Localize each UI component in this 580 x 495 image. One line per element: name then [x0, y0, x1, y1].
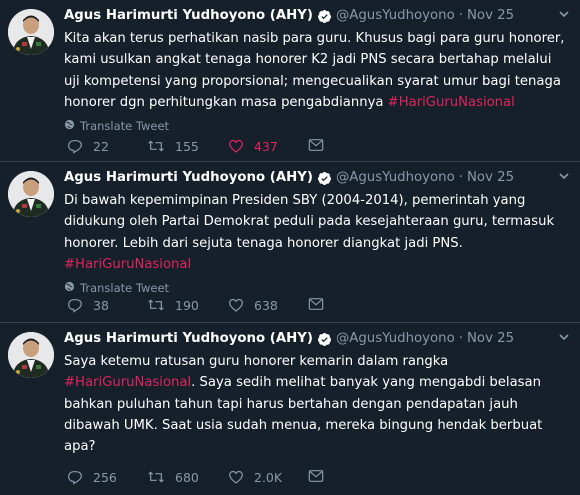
- author-name[interactable]: Agus Harimurti Yudhoyono (AHY): [64, 168, 313, 188]
- retweet-count: 190: [175, 297, 199, 313]
- heart-icon: [229, 470, 243, 484]
- translate-tweet[interactable]: Translate Tweet: [64, 281, 570, 295]
- avatar[interactable]: [8, 9, 54, 55]
- separator: ·: [458, 331, 463, 346]
- tweet-header: Agus Harimurti Yudhoyono (AHY) @AgusYudh…: [64, 168, 570, 188]
- reply-button[interactable]: 256: [67, 469, 117, 485]
- tweet-header: Agus Harimurti Yudhoyono (AHY) @AgusYudh…: [64, 6, 570, 26]
- tweet[interactable]: Agus Harimurti Yudhoyono (AHY) @AgusYudh…: [0, 162, 580, 323]
- retweet-button[interactable]: 155: [147, 138, 199, 154]
- author-handle[interactable]: @AgusYudhoyono: [336, 329, 455, 349]
- author-handle[interactable]: @AgusYudhoyono: [336, 168, 455, 188]
- reply-icon: [68, 471, 82, 485]
- hashtag-link[interactable]: #HariGuruNasional: [64, 375, 191, 390]
- retweet-button[interactable]: 190: [147, 297, 199, 313]
- like-count: 638: [254, 297, 278, 313]
- tweet-text-body: Di bawah kepemimpinan Presiden SBY (2004…: [64, 193, 555, 251]
- author-name[interactable]: Agus Harimurti Yudhoyono (AHY): [64, 329, 313, 349]
- reply-count: 38: [93, 297, 109, 313]
- author-handle[interactable]: @AgusYudhoyono: [336, 6, 455, 26]
- dm-icon: [308, 470, 324, 482]
- retweet-icon: [148, 140, 164, 152]
- globe-icon: [64, 119, 75, 133]
- reply-button[interactable]: 38: [67, 297, 109, 313]
- tweet-actions: 22 155 437: [0, 138, 580, 158]
- retweet-icon: [148, 471, 164, 483]
- translate-tweet[interactable]: Translate Tweet: [64, 119, 570, 133]
- heart-icon: [229, 139, 243, 153]
- dm-button[interactable]: [308, 469, 334, 483]
- timestamp[interactable]: Nov 25: [467, 6, 514, 26]
- translate-label[interactable]: Translate Tweet: [80, 281, 169, 295]
- tweet-actions: 38 190 638: [0, 297, 580, 317]
- like-button[interactable]: 2.0K: [228, 469, 282, 485]
- chevron-down-icon[interactable]: [558, 8, 570, 23]
- tweet-actions: 256 680 2.0K: [0, 469, 580, 489]
- tweet[interactable]: Agus Harimurti Yudhoyono (AHY) @AgusYudh…: [0, 323, 580, 495]
- timestamp[interactable]: Nov 25: [467, 329, 514, 349]
- dm-icon: [308, 298, 324, 310]
- retweet-button[interactable]: 680: [147, 469, 199, 485]
- reply-button[interactable]: 22: [67, 138, 109, 154]
- verified-icon: [317, 171, 332, 186]
- reply-icon: [68, 299, 82, 313]
- author-name[interactable]: Agus Harimurti Yudhoyono (AHY): [64, 6, 313, 26]
- reply-icon: [68, 140, 82, 154]
- hashtag-link[interactable]: #HariGuruNasional: [64, 257, 191, 272]
- tweet-header: Agus Harimurti Yudhoyono (AHY) @AgusYudh…: [64, 329, 570, 349]
- like-count: 437: [254, 138, 278, 154]
- tweet-text-body: Saya ketemu ratusan guru honorer kemarin…: [64, 354, 449, 369]
- tweet-text: Di bawah kepemimpinan Presiden SBY (2004…: [64, 190, 570, 275]
- verified-icon: [317, 9, 332, 24]
- chevron-down-icon[interactable]: [558, 170, 570, 185]
- hashtag-link[interactable]: #HariGuruNasional: [388, 95, 515, 110]
- timestamp[interactable]: Nov 25: [467, 168, 514, 188]
- verified-icon: [317, 332, 332, 347]
- tweet-text: Saya ketemu ratusan guru honorer kemarin…: [64, 351, 570, 457]
- avatar[interactable]: [8, 332, 54, 378]
- like-button[interactable]: 437: [228, 138, 278, 154]
- heart-icon: [229, 298, 243, 312]
- reply-count: 256: [93, 469, 117, 485]
- tweet[interactable]: Agus Harimurti Yudhoyono (AHY) @AgusYudh…: [0, 0, 580, 162]
- reply-count: 22: [93, 138, 109, 154]
- globe-icon: [64, 281, 75, 295]
- chevron-down-icon[interactable]: [558, 331, 570, 346]
- like-button[interactable]: 638: [228, 297, 278, 313]
- retweet-count: 680: [175, 469, 199, 485]
- dm-icon: [308, 139, 324, 151]
- separator: ·: [458, 170, 463, 185]
- avatar[interactable]: [8, 171, 54, 217]
- separator: ·: [458, 8, 463, 23]
- translate-label[interactable]: Translate Tweet: [80, 119, 169, 133]
- dm-button[interactable]: [308, 138, 334, 152]
- like-count: 2.0K: [254, 469, 283, 485]
- dm-button[interactable]: [308, 297, 334, 311]
- tweet-text: Kita akan terus perhatikan nasib para gu…: [64, 28, 570, 113]
- retweet-count: 155: [175, 138, 199, 154]
- retweet-icon: [148, 299, 164, 311]
